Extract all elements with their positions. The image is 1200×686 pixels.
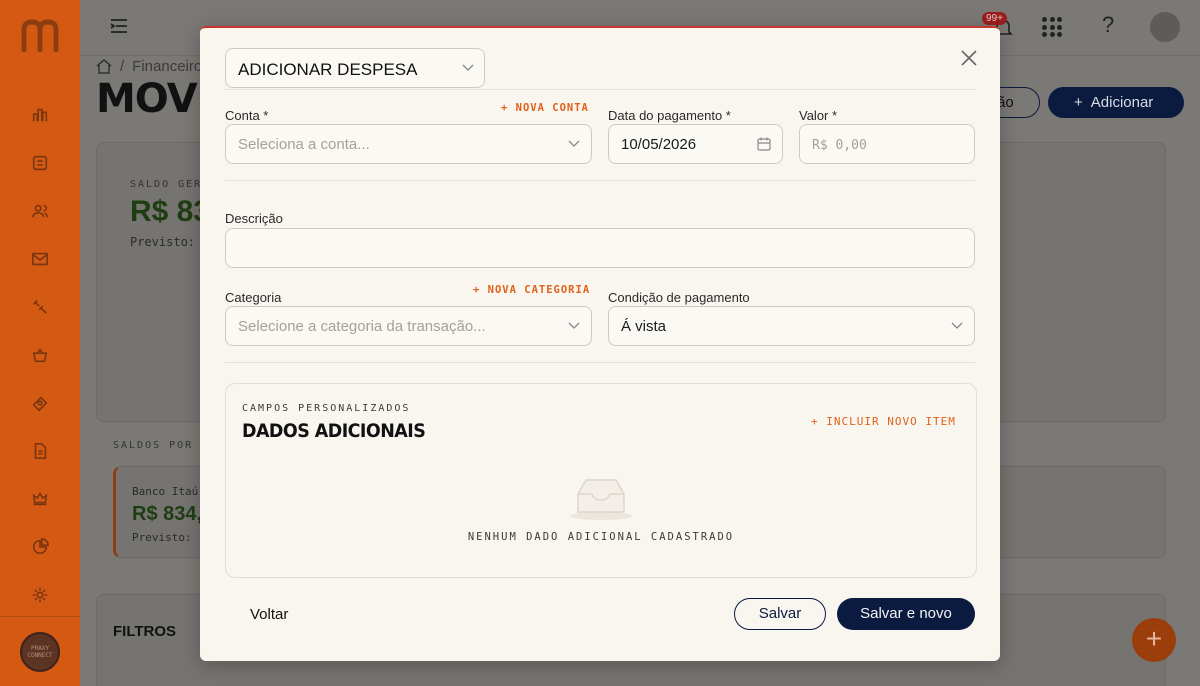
breadcrumb: / Financeiro xyxy=(96,58,202,75)
basket-icon[interactable] xyxy=(30,345,50,365)
app-logo[interactable] xyxy=(20,18,60,52)
add-button-label: Adicionar xyxy=(1090,94,1154,111)
close-icon[interactable] xyxy=(959,48,979,68)
payment-date-label: Data do pagamento * xyxy=(608,108,731,123)
payment-condition-select[interactable]: Á vista xyxy=(608,306,975,346)
transaction-type-select[interactable]: ADICIONAR DESPESA xyxy=(225,48,485,88)
notification-badge: 99+ xyxy=(982,12,1007,25)
money-icon[interactable] xyxy=(30,393,50,413)
company-avatar-text: PRAXY CONNECT xyxy=(27,645,53,659)
dashboard-icon[interactable] xyxy=(30,105,50,125)
breadcrumb-financeiro[interactable]: Financeiro xyxy=(132,58,202,75)
category-placeholder: Selecione a categoria da transação... xyxy=(238,318,486,335)
home-icon[interactable] xyxy=(96,59,112,74)
add-button[interactable]: + Adicionar xyxy=(1048,87,1184,118)
divider xyxy=(225,362,975,363)
empty-state-message: NENHUM DADO ADICIONAL CADASTRADO xyxy=(467,531,735,543)
menu-toggle-icon[interactable] xyxy=(110,18,128,34)
back-button[interactable]: Voltar xyxy=(250,606,288,623)
payment-condition-value: Á vista xyxy=(621,318,667,335)
account-bank: Banco Itaú xyxy=(132,485,199,498)
balance-label: SALDO GERA xyxy=(130,179,211,190)
contact-card-icon[interactable] xyxy=(30,153,50,173)
floating-add-button[interactable]: + xyxy=(1132,618,1176,662)
pie-chart-icon[interactable] xyxy=(30,537,50,557)
chevron-down-icon xyxy=(568,322,580,329)
amount-input[interactable]: R$ 0,00 xyxy=(799,124,975,164)
amount-placeholder: R$ 0,00 xyxy=(812,138,867,153)
payment-date-input[interactable]: 10/05/2026 xyxy=(608,124,783,164)
new-account-link[interactable]: + NOVA CONTA xyxy=(501,102,589,114)
empty-inbox-icon xyxy=(570,479,632,520)
transaction-type-value: ADICIONAR DESPESA xyxy=(238,60,418,79)
custom-fields-eyebrow: CAMPOS PERSONALIZADOS xyxy=(242,403,411,414)
user-profile-icon[interactable] xyxy=(1150,12,1180,42)
mail-icon[interactable] xyxy=(30,249,50,269)
sidebar: PRAXY CONNECT xyxy=(0,0,80,686)
help-icon[interactable]: ? xyxy=(1102,12,1114,38)
account-label: Conta * xyxy=(225,108,269,123)
account-forecast: Previsto: xyxy=(132,531,192,544)
save-button[interactable]: Salvar xyxy=(734,598,826,630)
add-expense-modal: ADICIONAR DESPESA Conta * + NOVA CONTA S… xyxy=(200,26,1000,661)
add-custom-item-link[interactable]: + INCLUIR NOVO ITEM xyxy=(811,415,956,428)
payment-condition-label: Condição de pagamento xyxy=(608,290,750,305)
account-select[interactable]: Seleciona a conta... xyxy=(225,124,592,164)
balance-forecast: Previsto: xyxy=(130,235,196,249)
chevron-down-icon xyxy=(951,322,963,329)
chevron-down-icon xyxy=(462,64,474,71)
chevron-down-icon xyxy=(568,140,580,147)
description-input[interactable] xyxy=(225,228,975,268)
crown-icon[interactable] xyxy=(30,489,50,509)
apps-grid-icon[interactable] xyxy=(1042,17,1062,37)
divider xyxy=(225,180,975,181)
custom-fields-panel: CAMPOS PERSONALIZADOS DADOS ADICIONAIS +… xyxy=(225,383,977,578)
category-select[interactable]: Selecione a categoria da transação... xyxy=(225,306,592,346)
document-icon[interactable] xyxy=(30,441,50,461)
calendar-icon[interactable] xyxy=(757,137,771,151)
custom-fields-title: DADOS ADICIONAIS xyxy=(242,420,426,442)
description-label: Descrição xyxy=(225,211,283,226)
divider xyxy=(225,89,975,90)
category-label: Categoria xyxy=(225,290,282,305)
new-category-link[interactable]: + NOVA CATEGORIA xyxy=(473,284,590,296)
users-icon[interactable] xyxy=(30,201,50,221)
filters-label: FILTROS xyxy=(113,623,177,640)
plus-icon: + xyxy=(1074,94,1083,111)
amount-label: Valor * xyxy=(799,108,838,123)
company-avatar[interactable]: PRAXY CONNECT xyxy=(20,632,60,672)
breadcrumb-separator: / xyxy=(120,58,125,75)
tools-icon[interactable] xyxy=(30,297,50,317)
sidebar-divider xyxy=(0,616,80,617)
payment-date-value: 10/05/2026 xyxy=(621,136,697,153)
settings-icon[interactable] xyxy=(30,585,50,605)
balances-by-account-label: SALDOS POR C xyxy=(113,440,210,451)
account-select-placeholder: Seleciona a conta... xyxy=(238,136,370,153)
save-and-new-button[interactable]: Salvar e novo xyxy=(837,598,975,630)
